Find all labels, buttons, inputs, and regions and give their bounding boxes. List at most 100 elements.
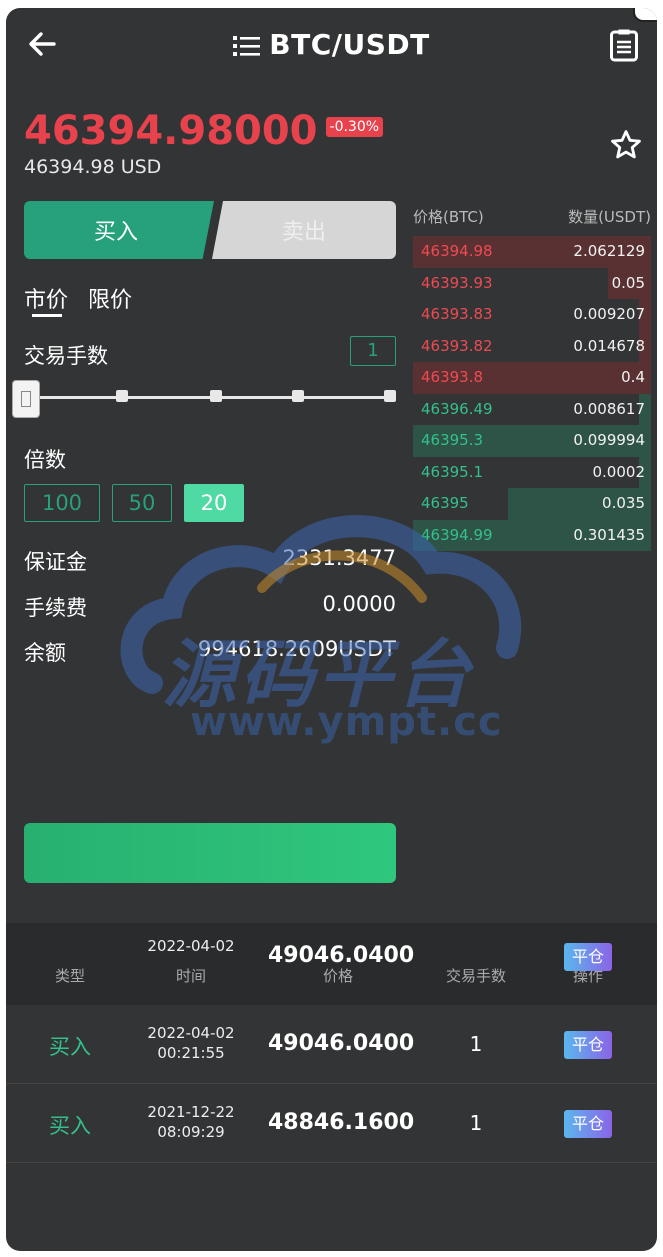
slider-step[interactable] [116,390,128,402]
order-type-tabs: 市价 限价 [24,282,152,314]
lot-input[interactable]: 1 [350,336,396,366]
submit-order-button[interactable] [24,823,396,883]
ask-row[interactable]: 46394.98 2.062129 [413,236,651,268]
bid-qty: 0.099994 [573,431,645,449]
order-book-header: 价格(BTC) 数量(USDT) [413,206,651,236]
position-price: 49046.0400 [268,1031,415,1056]
bid-price: 46394.99 [421,525,493,544]
ask-price: 46393.82 [421,336,493,355]
positions-table: 类型 2022-04-02 时间 49046.0400 价格 交易手数 操作 平… [6,923,657,1163]
ask-row[interactable]: 46393.93 0.05 [413,267,651,299]
ticker: 46394.98000 -0.30% 46394.98 USD [24,108,384,178]
bid-row[interactable]: 46395 0.035 [413,488,651,520]
margin-value: 2331.3477 [282,546,396,570]
bid-row[interactable]: 46394.99 0.301435 [413,519,651,551]
fee-label: 手续费 [24,596,87,620]
fee-value: 0.0000 [322,592,396,616]
bid-qty: 0.035 [602,494,645,512]
overlay-close-button[interactable]: 平仓 [564,943,612,971]
ask-row[interactable]: 46393.83 0.009207 [413,299,651,331]
buy-tab[interactable]: 买入 [24,201,214,259]
position-type: 买入 [49,1114,91,1138]
pair-name: BTC/USDT [269,28,430,61]
margin-label: 保证金 [24,550,87,574]
close-position-button[interactable]: 平仓 [564,1031,612,1059]
position-qty: 1 [469,1111,483,1135]
fee-row: 手续费 0.0000 [24,592,396,622]
bid-row[interactable]: 46395.1 0.0002 [413,456,651,488]
ask-row[interactable]: 46393.82 0.014678 [413,330,651,362]
multiplier-label: 倍数 [24,448,66,472]
bid-qty: 0.301435 [573,525,645,544]
ask-price: 46393.93 [421,273,493,292]
bid-price: 46395 [421,494,469,512]
list-menu-icon [233,36,261,56]
table-row: 买入 2022-04-02 00:21:55 49046.0400 1 平仓 [6,1005,657,1084]
multiplier-100[interactable]: 100 [24,484,100,522]
ask-price: 46393.8 [421,368,484,386]
tab-limit[interactable]: 限价 [88,288,132,313]
ask-row[interactable]: 46393.8 0.4 [413,362,651,394]
ask-price: 46393.83 [421,305,493,323]
bid-price: 46395.1 [421,462,484,481]
price-column-header: 价格(BTC) [413,208,484,226]
multiplier-options: 100 50 20 [24,484,256,522]
column-price: 价格 [322,967,353,985]
star-icon[interactable] [609,128,643,162]
ask-qty: 2.062129 [573,242,645,260]
position-date: 2021-12-22 [147,1103,235,1121]
slider-step[interactable] [384,390,396,402]
slider-handle[interactable] [12,380,40,418]
bid-row[interactable]: 46396.49 0.008617 [413,393,651,425]
order-list-icon[interactable] [609,28,639,62]
balance-value: 994618.2609USDT [198,637,396,661]
bid-row[interactable]: 46395.3 0.099994 [413,425,651,457]
position-date: 2022-04-02 [147,1024,235,1042]
active-tab-indicator [32,314,62,317]
column-time: 时间 [175,967,206,985]
top-bar: BTC/USDT [6,8,657,84]
lot-label: 交易手数 [24,344,108,368]
margin-row: 保证金 2331.3477 [24,546,396,576]
order-book-rows: 46394.98 2.062129 46393.93 0.05 46393.83 0.00… [413,236,651,551]
page-title[interactable]: BTC/USDT [6,28,657,61]
table-row: 买入 2021-12-22 08:09:29 48846.1600 1 平仓 [6,1084,657,1163]
bid-price: 46396.49 [421,399,493,418]
tab-market[interactable]: 市价 [24,288,68,313]
watermark-text: 源码平台 [162,632,474,718]
positions-rows: 买入 2022-04-02 00:21:55 49046.0400 1 平仓 买入 2021-… [6,1005,657,1163]
multiplier-50[interactable]: 50 [112,484,172,522]
sell-tab[interactable]: 卖出 [212,201,396,259]
overlay-date: 2022-04-02 [147,937,235,955]
ask-price: 46394.98 [421,242,493,260]
position-price: 48846.1600 [268,1110,415,1135]
bid-qty: 0.0002 [592,462,646,481]
bid-price: 46395.3 [421,431,484,449]
position-time: 2021-12-22 08:09:29 [136,1102,246,1142]
qty-column-header: 数量(USDT) [568,208,651,226]
position-time: 2022-04-02 00:21:55 [136,1023,246,1063]
last-price: 46394.98000 [24,108,318,154]
order-book: 价格(BTC) 数量(USDT) 46394.98 2.062129 46393.9… [413,206,651,551]
change-badge: -0.30% [325,117,384,137]
balance-row: 余额 994618.2609USDT [24,637,396,667]
bid-qty: 0.008617 [573,399,645,418]
position-type: 买入 [49,1035,91,1059]
position-clock: 08:09:29 [157,1123,225,1141]
ask-qty: 0.05 [611,273,645,292]
buy-sell-toggle: 买入 卖出 [24,201,396,259]
column-type: 类型 [54,967,85,985]
position-clock: 00:21:55 [157,1044,225,1062]
positions-header: 类型 2022-04-02 时间 49046.0400 价格 交易手数 操作 平… [6,923,657,1005]
balance-label: 余额 [24,641,66,665]
close-position-button[interactable]: 平仓 [564,1110,612,1138]
ask-qty: 0.009207 [573,305,645,323]
slider-step[interactable] [292,390,304,402]
position-qty: 1 [469,1032,483,1056]
multiplier-20[interactable]: 20 [184,484,244,522]
column-qty: 交易手数 [446,967,507,985]
app-frame: BTC/USDT 46394.98000 -0.30% 46394.98 USD … [6,8,657,1251]
slider-step[interactable] [210,390,222,402]
ask-qty: 0.4 [621,368,645,386]
ask-qty: 0.014678 [573,336,645,355]
